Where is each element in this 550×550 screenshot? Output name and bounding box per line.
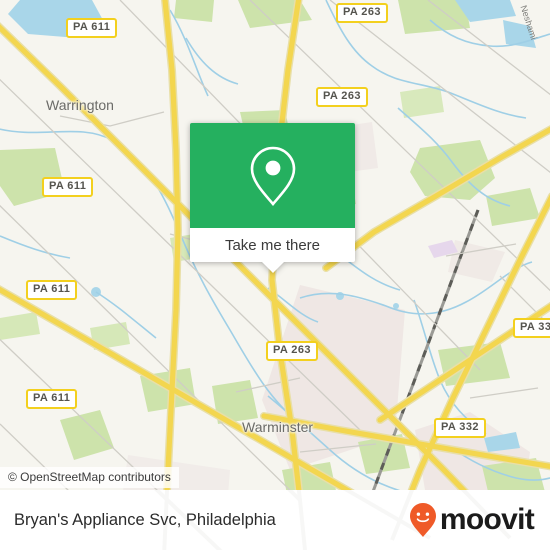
map-screenshot: Warrington Warminster Neshami PA 611 PA … xyxy=(0,0,550,550)
road-shield-pa611-d: PA 611 xyxy=(26,389,78,409)
moovit-wordmark: moovit xyxy=(439,503,535,536)
road-shield-pa263-a: PA 263 xyxy=(336,3,388,23)
place-label-warrington: Warrington xyxy=(46,97,114,113)
road-shield-pa332: PA 332 xyxy=(434,418,486,438)
moovit-pin-smiley-icon xyxy=(409,503,436,537)
bottom-info-bar: Bryan's Appliance Svc, Philadelphia moov… xyxy=(0,490,550,550)
place-label-warminster: Warminster xyxy=(242,419,314,435)
map-canvas[interactable]: Warrington Warminster Neshami PA 611 PA … xyxy=(0,0,550,490)
road-shield-pa611-b: PA 611 xyxy=(42,177,94,197)
location-popup-card[interactable]: Take me there xyxy=(190,123,355,273)
poi-title: Bryan's Appliance Svc, Philadelphia xyxy=(14,510,276,529)
popup-tail-pointer xyxy=(261,262,284,273)
road-shield-pa33: PA 33 xyxy=(513,318,550,338)
road-shield-pa611-a: PA 611 xyxy=(66,18,118,38)
road-shield-pa263-b: PA 263 xyxy=(316,87,368,107)
osm-attribution[interactable]: © OpenStreetMap contributors xyxy=(0,467,179,488)
take-me-there-label: Take me there xyxy=(224,236,321,254)
popup-header xyxy=(190,123,355,228)
road-shield-pa611-c: PA 611 xyxy=(26,280,78,300)
road-shield-pa263-c: PA 263 xyxy=(266,341,318,361)
moovit-logo[interactable]: moovit xyxy=(408,502,535,538)
popup-footer[interactable]: Take me there xyxy=(190,228,355,273)
map-pin-icon xyxy=(250,146,295,206)
